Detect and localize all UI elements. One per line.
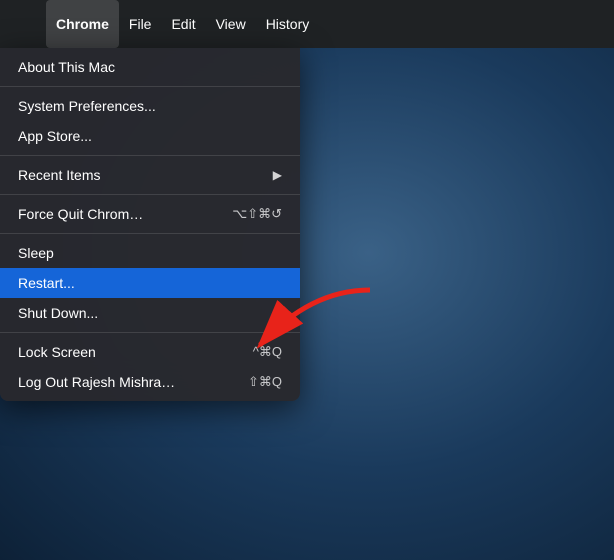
menubar-item-chrome[interactable]: Chrome bbox=[46, 0, 119, 48]
menu-separator-3 bbox=[0, 194, 300, 195]
menubar: Chrome File Edit View History bbox=[0, 0, 614, 48]
menubar-item-view[interactable]: View bbox=[206, 0, 256, 48]
menu-separator-4 bbox=[0, 233, 300, 234]
apple-menu-button[interactable] bbox=[8, 0, 46, 48]
submenu-arrow-icon: ▶ bbox=[273, 168, 282, 182]
menu-separator-1 bbox=[0, 86, 300, 87]
menubar-item-history[interactable]: History bbox=[256, 0, 320, 48]
menu-item-restart[interactable]: Restart... bbox=[0, 268, 300, 298]
force-quit-shortcut: ⌥⇧⌘↺ bbox=[232, 206, 282, 222]
menu-separator-2 bbox=[0, 155, 300, 156]
menu-item-recent-items[interactable]: Recent Items ▶ bbox=[0, 160, 300, 190]
menu-item-about[interactable]: About This Mac bbox=[0, 52, 300, 82]
menu-item-app-store[interactable]: App Store... bbox=[0, 121, 300, 151]
menu-item-logout[interactable]: Log Out Rajesh Mishra… ⇧⌘Q bbox=[0, 367, 300, 397]
menu-item-shutdown[interactable]: Shut Down... bbox=[0, 298, 300, 328]
logout-shortcut: ⇧⌘Q bbox=[248, 374, 282, 390]
apple-dropdown-menu: About This Mac System Preferences... App… bbox=[0, 48, 300, 401]
lock-screen-shortcut: ^⌘Q bbox=[253, 344, 282, 360]
menu-separator-5 bbox=[0, 332, 300, 333]
menubar-item-file[interactable]: File bbox=[119, 0, 162, 48]
menu-item-sleep[interactable]: Sleep bbox=[0, 238, 300, 268]
menubar-item-edit[interactable]: Edit bbox=[161, 0, 205, 48]
menu-item-force-quit[interactable]: Force Quit Chrom… ⌥⇧⌘↺ bbox=[0, 199, 300, 229]
menu-item-system-prefs[interactable]: System Preferences... bbox=[0, 91, 300, 121]
menu-item-lock-screen[interactable]: Lock Screen ^⌘Q bbox=[0, 337, 300, 367]
